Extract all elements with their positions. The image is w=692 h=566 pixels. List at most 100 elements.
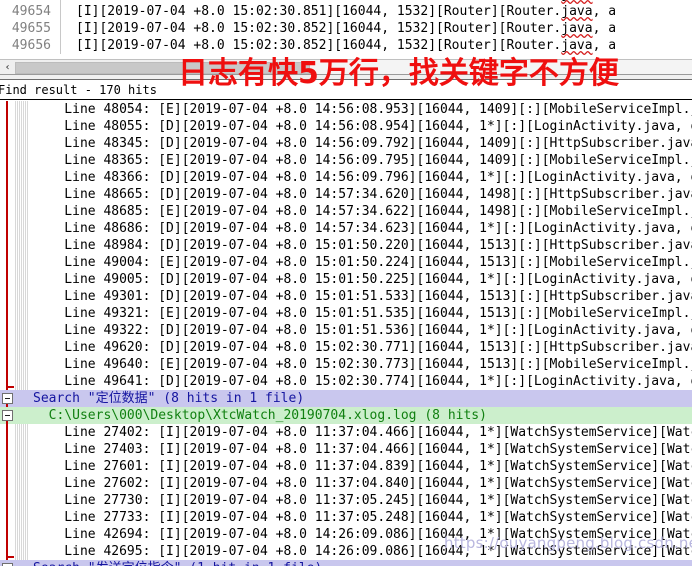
bookmark-margin[interactable] xyxy=(14,543,28,560)
search-header-row[interactable]: Search "发送定位指令" (1 hit in 1 file) xyxy=(0,560,692,566)
bookmark-margin[interactable] xyxy=(14,356,28,373)
result-hit-row[interactable]: Line 27733: [I][2019-07-04 +8.0 11:37:05… xyxy=(0,509,692,526)
result-hit-row[interactable]: Line 48365: [E][2019-07-04 +8.0 14:56:09… xyxy=(0,152,692,169)
fold-region-line xyxy=(6,305,8,322)
fold-margin[interactable] xyxy=(0,526,14,543)
bookmark-margin[interactable] xyxy=(14,322,28,339)
result-hit-row[interactable]: Line 48055: [D][2019-07-04 +8.0 14:56:08… xyxy=(0,118,692,135)
bookmark-margin[interactable] xyxy=(14,101,28,118)
editor-line: 49655 [I][2019-07-04 +8.0 15:02:30.852][… xyxy=(0,20,692,37)
fold-region-line xyxy=(6,135,8,152)
result-row-text: Line 48686: [D][2019-07-04 +8.0 14:57:34… xyxy=(33,221,692,236)
bookmark-margin[interactable] xyxy=(14,441,28,458)
result-hit-row[interactable]: Line 48685: [E][2019-07-04 +8.0 14:57:34… xyxy=(0,203,692,220)
fold-margin[interactable] xyxy=(0,492,14,509)
bookmark-margin[interactable] xyxy=(14,118,28,135)
fold-margin[interactable] xyxy=(0,203,14,220)
bookmark-margin[interactable] xyxy=(14,407,28,424)
fold-margin[interactable] xyxy=(0,169,14,186)
scroll-left-arrow-icon[interactable]: ‹ xyxy=(0,60,15,75)
bookmark-margin[interactable] xyxy=(14,560,28,566)
result-hit-row[interactable]: Line 49640: [E][2019-07-04 +8.0 15:02:30… xyxy=(0,356,692,373)
result-row-text: Line 49641: [D][2019-07-04 +8.0 15:02:30… xyxy=(33,374,692,389)
result-hit-row[interactable]: Line 27601: [I][2019-07-04 +8.0 11:37:04… xyxy=(0,458,692,475)
bookmark-margin[interactable] xyxy=(14,305,28,322)
result-row-text: Line 49005: [D][2019-07-04 +8.0 15:01:50… xyxy=(33,272,692,287)
fold-margin[interactable] xyxy=(0,458,14,475)
bookmark-margin[interactable] xyxy=(14,339,28,356)
result-hit-row[interactable]: Line 48984: [D][2019-07-04 +8.0 15:01:50… xyxy=(0,237,692,254)
bookmark-margin[interactable] xyxy=(14,475,28,492)
result-hit-row[interactable]: Line 27402: [I][2019-07-04 +8.0 11:37:04… xyxy=(0,424,692,441)
fold-region-line xyxy=(6,441,8,458)
bookmark-margin[interactable] xyxy=(14,254,28,271)
fold-margin[interactable] xyxy=(0,152,14,169)
editor-line-number: 49654 xyxy=(0,3,60,20)
fold-margin[interactable] xyxy=(0,475,14,492)
result-hit-row[interactable]: Line 49322: [D][2019-07-04 +8.0 15:01:51… xyxy=(0,322,692,339)
fold-margin[interactable] xyxy=(0,135,14,152)
bookmark-margin[interactable] xyxy=(14,492,28,509)
fold-margin[interactable] xyxy=(0,271,14,288)
bookmark-margin[interactable] xyxy=(14,135,28,152)
bookmark-margin[interactable] xyxy=(14,220,28,237)
result-hit-row[interactable]: Line 49641: [D][2019-07-04 +8.0 15:02:30… xyxy=(0,373,692,390)
fold-margin[interactable] xyxy=(0,186,14,203)
result-row-text: Line 48055: [D][2019-07-04 +8.0 14:56:08… xyxy=(33,119,692,134)
bookmark-margin[interactable] xyxy=(14,509,28,526)
bookmark-margin[interactable] xyxy=(14,237,28,254)
tab-find-result[interactable]: Find result - 170 hits xyxy=(0,81,165,99)
fold-margin[interactable] xyxy=(0,322,14,339)
editor-line-tail: , a xyxy=(592,38,617,53)
fold-margin[interactable] xyxy=(0,424,14,441)
fold-margin[interactable] xyxy=(0,560,14,566)
fold-margin[interactable] xyxy=(0,407,14,424)
result-hit-row[interactable]: Line 48345: [D][2019-07-04 +8.0 14:56:09… xyxy=(0,135,692,152)
fold-margin[interactable] xyxy=(0,390,14,407)
fold-margin[interactable] xyxy=(0,118,14,135)
search-header-row[interactable]: Search "定位数据" (8 hits in 1 file) xyxy=(0,390,692,407)
bookmark-margin[interactable] xyxy=(14,271,28,288)
fold-margin[interactable] xyxy=(0,441,14,458)
fold-collapse-icon[interactable] xyxy=(2,410,13,421)
fold-margin[interactable] xyxy=(0,356,14,373)
result-hit-row[interactable]: Line 49301: [D][2019-07-04 +8.0 15:01:51… xyxy=(0,288,692,305)
fold-margin[interactable] xyxy=(0,254,14,271)
fold-margin[interactable] xyxy=(0,509,14,526)
result-hit-row[interactable]: Line 48665: [D][2019-07-04 +8.0 14:57:34… xyxy=(0,186,692,203)
result-row-text: Line 49620: [D][2019-07-04 +8.0 15:02:30… xyxy=(33,340,692,355)
fold-margin[interactable] xyxy=(0,220,14,237)
fold-margin[interactable] xyxy=(0,373,15,390)
result-hit-row[interactable]: Line 27403: [I][2019-07-04 +8.0 11:37:04… xyxy=(0,441,692,458)
result-hit-row[interactable]: Line 27602: [I][2019-07-04 +8.0 11:37:04… xyxy=(0,475,692,492)
result-hit-row[interactable]: Line 49321: [E][2019-07-04 +8.0 15:01:51… xyxy=(0,305,692,322)
result-hit-row[interactable]: Line 48366: [D][2019-07-04 +8.0 14:56:09… xyxy=(0,169,692,186)
bookmark-margin[interactable] xyxy=(14,288,28,305)
fold-margin[interactable] xyxy=(0,339,14,356)
fold-margin[interactable] xyxy=(0,288,14,305)
bookmark-margin[interactable] xyxy=(14,152,28,169)
result-hit-row[interactable]: Line 49620: [D][2019-07-04 +8.0 15:02:30… xyxy=(0,339,692,356)
result-hit-row[interactable]: Line 49004: [E][2019-07-04 +8.0 15:01:50… xyxy=(0,254,692,271)
fold-margin[interactable] xyxy=(0,101,14,118)
fold-region-line xyxy=(6,526,8,543)
bookmark-margin[interactable] xyxy=(14,373,28,390)
bookmark-margin[interactable] xyxy=(14,390,28,407)
bookmark-margin[interactable] xyxy=(14,203,28,220)
file-header-row[interactable]: C:\Users\000\Desktop\XtcWatch_20190704.x… xyxy=(0,407,692,424)
fold-margin[interactable] xyxy=(0,305,14,322)
bookmark-margin[interactable] xyxy=(14,424,28,441)
fold-margin[interactable] xyxy=(0,237,14,254)
bookmark-margin[interactable] xyxy=(14,458,28,475)
fold-margin[interactable] xyxy=(0,543,15,560)
result-hit-row[interactable]: Line 48686: [D][2019-07-04 +8.0 14:57:34… xyxy=(0,220,692,237)
bookmark-margin[interactable] xyxy=(14,186,28,203)
editor-pane[interactable]: 49653 [I][2019-07-04 +8.0 15:02:30.850][… xyxy=(0,0,692,59)
bookmark-margin[interactable] xyxy=(14,526,28,543)
bookmark-margin[interactable] xyxy=(14,169,28,186)
result-hit-row[interactable]: Line 48054: [E][2019-07-04 +8.0 14:56:08… xyxy=(0,101,692,118)
fold-collapse-icon[interactable] xyxy=(2,393,13,404)
result-hit-row[interactable]: Line 49005: [D][2019-07-04 +8.0 15:01:50… xyxy=(0,271,692,288)
find-results-pane[interactable]: Line 48054: [E][2019-07-04 +8.0 14:56:08… xyxy=(0,101,692,566)
result-hit-row[interactable]: Line 27730: [I][2019-07-04 +8.0 11:37:05… xyxy=(0,492,692,509)
